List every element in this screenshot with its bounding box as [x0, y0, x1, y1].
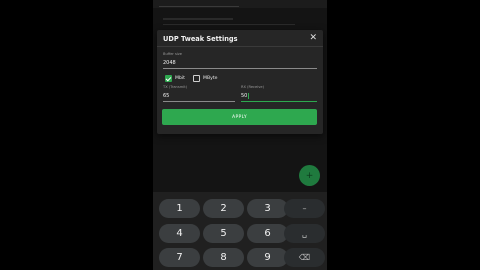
buffer-size-input[interactable]: 2048	[163, 60, 176, 66]
rx-underline	[241, 101, 317, 102]
rx-input[interactable]: 50	[241, 93, 247, 99]
key-1[interactable]: 1	[159, 199, 200, 218]
minus-key[interactable]: –	[284, 199, 325, 218]
background-text-placeholder	[163, 18, 233, 20]
close-icon[interactable]: ✕	[309, 33, 317, 43]
key-3[interactable]: 3	[247, 199, 288, 218]
key-8[interactable]: 8	[203, 248, 244, 267]
dialog-title: UDP Tweak Settings	[163, 35, 238, 43]
key-5[interactable]: 5	[203, 224, 244, 243]
key-2[interactable]: 2	[203, 199, 244, 218]
dialog-divider	[157, 46, 323, 47]
plus-icon: +	[305, 170, 314, 181]
numeric-keypad: 1 2 3 – 4 5 6 ␣ 7 8 9 ⌫	[153, 192, 327, 270]
mbyte-label: MByte	[203, 76, 218, 81]
mbit-checkbox[interactable]	[165, 75, 172, 82]
background-tab-indicator	[159, 6, 239, 7]
tx-underline	[163, 101, 235, 102]
text-cursor	[248, 93, 249, 99]
udp-tweak-settings-dialog: UDP Tweak Settings ✕ Buffer size 2048 Mb…	[157, 30, 323, 134]
buffer-size-label: Buffer size	[163, 52, 183, 56]
tx-input[interactable]: 65	[163, 93, 169, 99]
tx-label: TX (Transmit)	[163, 85, 188, 89]
key-6[interactable]: 6	[247, 224, 288, 243]
space-key[interactable]: ␣	[284, 224, 325, 243]
key-7[interactable]: 7	[159, 248, 200, 267]
mbyte-checkbox[interactable]	[193, 75, 200, 82]
buffer-size-underline	[163, 68, 317, 69]
backspace-icon[interactable]: ⌫	[284, 248, 325, 267]
apply-button[interactable]: APPLY	[162, 109, 317, 125]
key-4[interactable]: 4	[159, 224, 200, 243]
phone-screen: UDP Tweak Settings ✕ Buffer size 2048 Mb…	[153, 0, 327, 270]
key-9[interactable]: 9	[247, 248, 288, 267]
rx-label: RX (Receive)	[241, 85, 264, 89]
add-fab-button[interactable]: +	[299, 165, 320, 186]
mbit-label: Mbit	[175, 76, 185, 81]
background-divider	[163, 24, 295, 25]
